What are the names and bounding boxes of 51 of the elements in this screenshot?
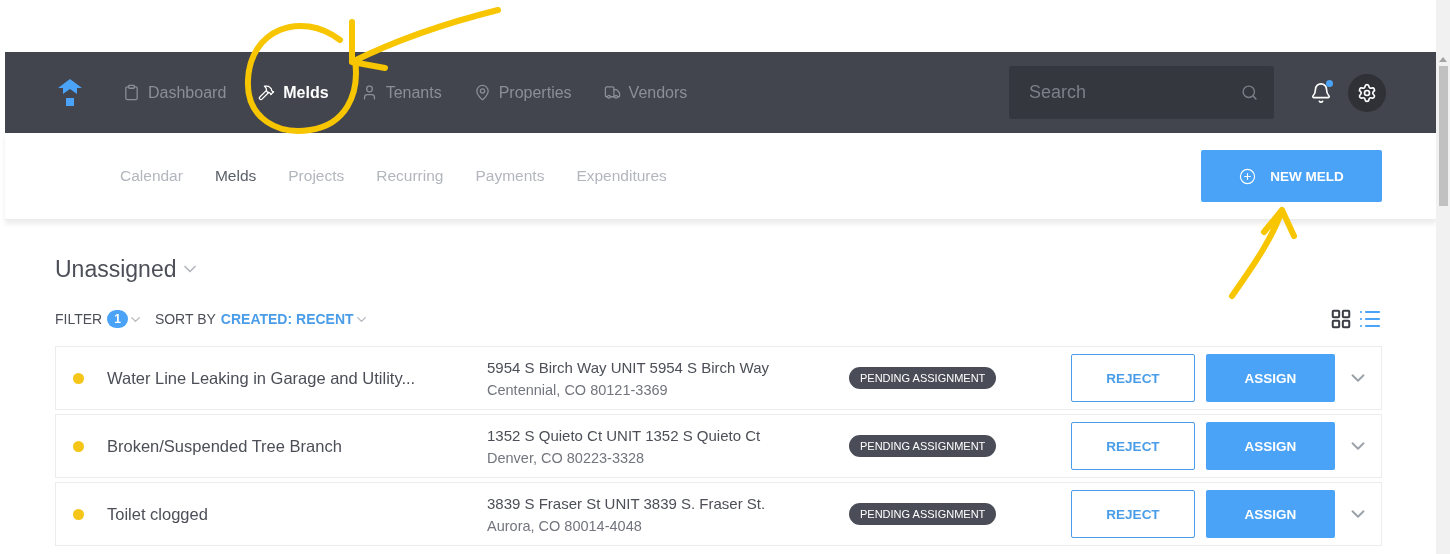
meld-title: Toilet clogged — [107, 504, 209, 524]
settings-button[interactable] — [1348, 73, 1386, 112]
nav-link[interactable]: Melds — [258, 83, 329, 102]
address-line: 5954 S Birch Way UNIT 5954 S Birch Way — [487, 358, 771, 376]
list-title: Unassigned — [55, 255, 177, 283]
nav-link[interactable]: Properties — [473, 83, 572, 102]
sort-value[interactable]: CREATED: RECENT — [220, 311, 354, 327]
reject-button[interactable]: REJECT — [1071, 490, 1195, 538]
assign-button[interactable]: ASSIGN — [1206, 354, 1335, 402]
scrollbar-thumb[interactable] — [1438, 66, 1448, 206]
address-line: 1352 S Quieto Ct UNIT 1352 S Quieto Ct — [487, 426, 762, 444]
nav-link[interactable]: Dashboard — [123, 83, 227, 102]
status-badge: PENDING ASSIGNMENT — [849, 367, 997, 389]
scroll-up-icon[interactable] — [1439, 56, 1447, 62]
subnav-tab[interactable]: Recurring — [376, 167, 444, 185]
subnav-tab[interactable]: Payments — [475, 167, 545, 185]
sort-label: SORT BY — [154, 311, 216, 327]
city-line: Centennial, CO 80121-3369 — [487, 381, 669, 398]
reject-button[interactable]: REJECT — [1071, 354, 1195, 402]
status-badge: PENDING ASSIGNMENT — [849, 435, 997, 457]
subnav-tab[interactable]: Projects — [288, 167, 345, 185]
reject-button[interactable]: REJECT — [1071, 422, 1195, 470]
meld-row[interactable]: Broken/Suspended Tree Branch 1352 S Quieto Ct UNIT 1352 S Quieto Ct Denver, CO 80223-3328 PENDING ASSIGNMENT REJECT ASSIGN — [55, 414, 1382, 478]
truck-icon — [603, 84, 621, 101]
subnav-tab[interactable]: Melds — [214, 167, 257, 185]
hammer-icon — [258, 84, 276, 101]
plus-circle-icon — [1239, 167, 1257, 185]
nav-link[interactable]: Vendors — [603, 83, 688, 102]
address-line: 3839 S Fraser St UNIT 3839 S. Fraser St. — [487, 494, 767, 512]
subnav-tab[interactable]: Expenditures — [576, 167, 667, 185]
search-field[interactable]: Search — [1009, 66, 1274, 119]
status-badge: PENDING ASSIGNMENT — [849, 503, 997, 525]
subnav-tab[interactable]: Calendar — [120, 167, 183, 185]
meld-row[interactable]: Toilet clogged 3839 S Fraser St UNIT 3839 S. Fraser St. Aurora, CO 80014-4048 PENDING ASSIGNMENT REJECT ASSIGN — [55, 482, 1382, 546]
map-pin-icon — [473, 84, 491, 101]
search-icon — [1241, 84, 1258, 101]
assign-button[interactable]: ASSIGN — [1206, 422, 1335, 470]
meld-title: Broken/Suspended Tree Branch — [107, 436, 343, 456]
gear-icon — [1357, 82, 1377, 103]
city-line: Aurora, CO 80014-4048 — [487, 517, 643, 534]
meld-title: Water Line Leaking in Garage and Utility... — [107, 368, 417, 388]
clipboard-icon — [123, 84, 140, 101]
grid-view-button[interactable] — [1330, 308, 1352, 330]
city-line: Denver, CO 80223-3328 — [487, 449, 646, 466]
nav-link[interactable]: Tenants — [360, 83, 442, 102]
meld-row[interactable]: Water Line Leaking in Garage and Utility... 5954 S Birch Way UNIT 5954 S Birch Way Centennial, CO 80121-3369 PENDING ASSIGNMENT REJECT ASSIGN — [55, 346, 1382, 410]
new-meld-button[interactable]: NEW MELD — [1201, 150, 1382, 202]
filter-count: 1 — [107, 310, 128, 328]
assign-button[interactable]: ASSIGN — [1206, 490, 1335, 538]
filter-label[interactable]: FILTER — [55, 311, 103, 327]
bell-icon[interactable] — [1310, 81, 1332, 104]
